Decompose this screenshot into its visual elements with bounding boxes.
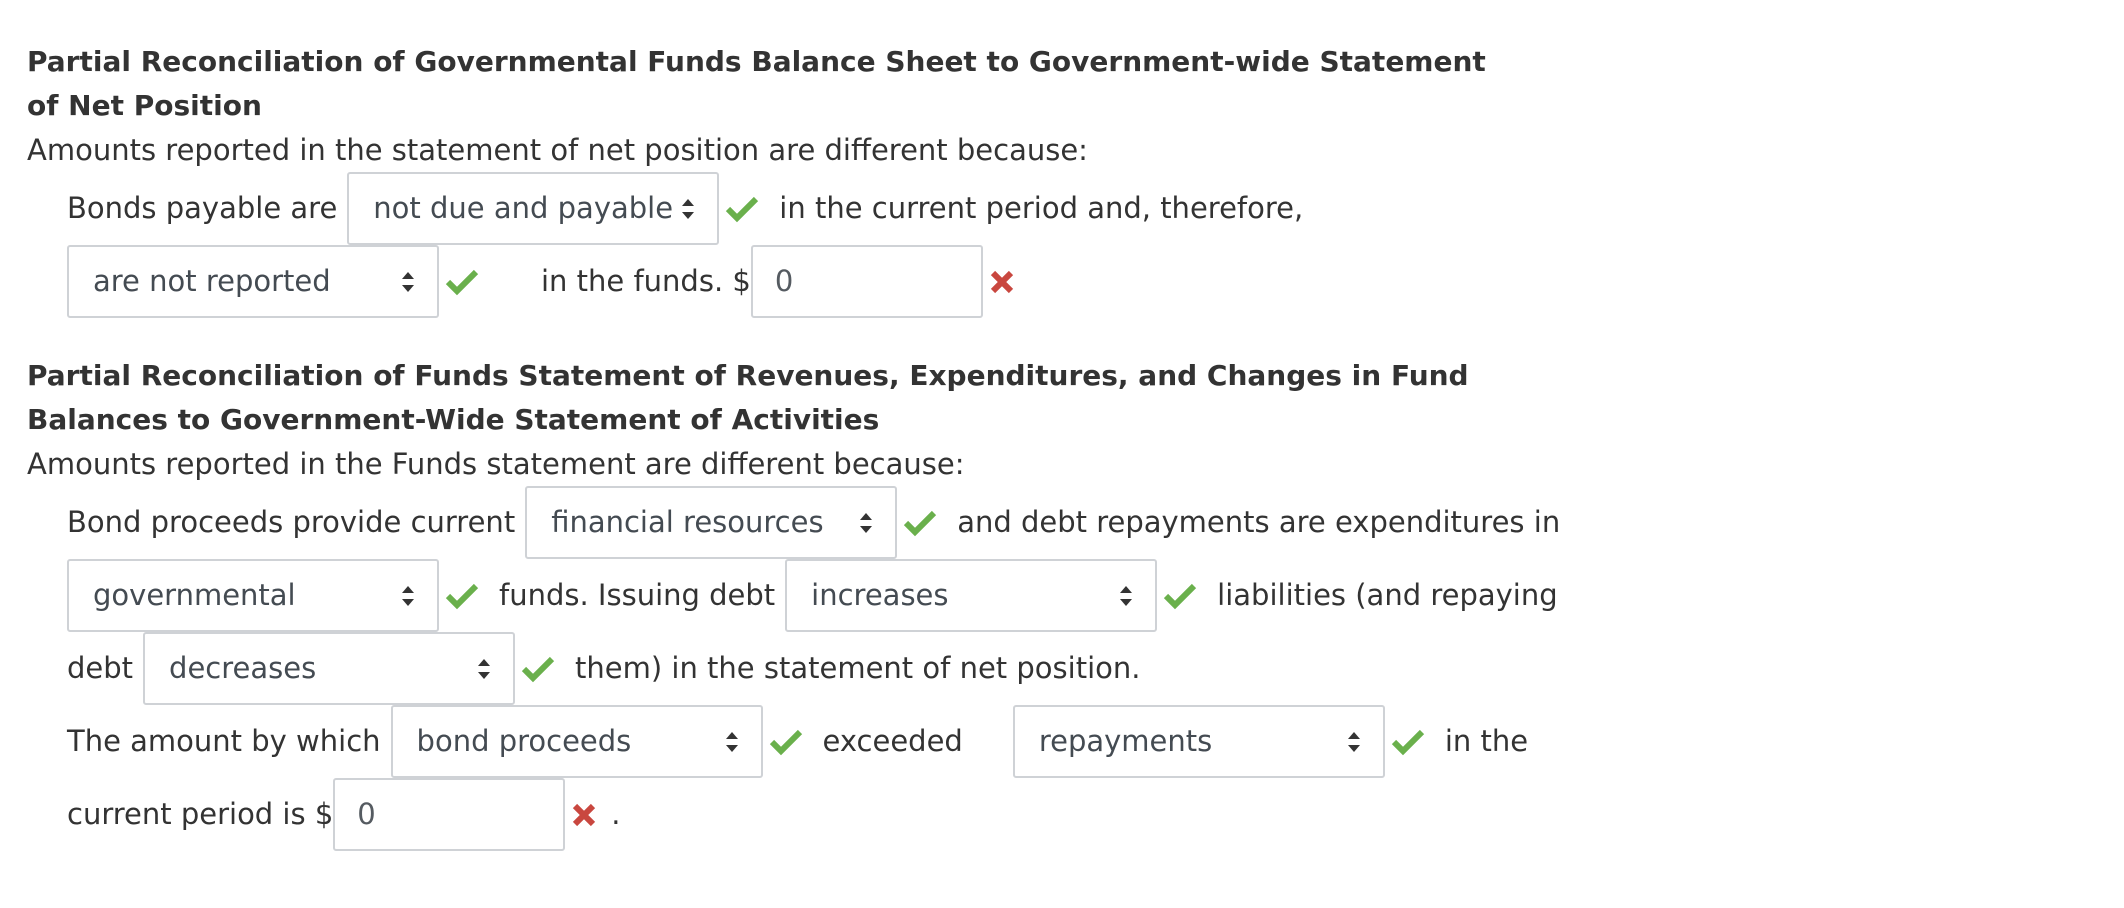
select-value: governmental [93, 578, 296, 612]
sort-arrows-icon [859, 511, 873, 535]
static-text: funds. Issuing debt [499, 578, 776, 612]
sort-arrows-icon [477, 657, 491, 681]
select-value: are not reported [93, 264, 331, 298]
question-row: debt decreases them) in the statement of… [67, 632, 1587, 705]
heading-line: Partial Reconciliation of Governmental F… [27, 45, 1486, 78]
check-icon [521, 654, 555, 684]
static-text: Bond proceeds provide current [67, 505, 516, 539]
section-heading: Partial Reconciliation of Governmental F… [27, 40, 1587, 128]
first-amount-select[interactable]: bond proceeds [390, 705, 763, 778]
repaying-debt-select[interactable]: decreases [143, 632, 516, 705]
due-status-select[interactable]: not due and payable [347, 172, 720, 245]
amount-input[interactable]: 0 [750, 245, 983, 318]
cross-icon [989, 269, 1015, 295]
static-text: in the current period and, therefore, [779, 191, 1304, 225]
second-amount-select[interactable]: repayments [1012, 705, 1385, 778]
check-icon [769, 727, 803, 757]
static-text: in the [1444, 724, 1529, 758]
amount-input[interactable]: 0 [333, 778, 566, 851]
heading-line: Partial Reconciliation of Funds Statemen… [27, 359, 1469, 392]
heading-line: Balances to Government-Wide Statement of… [27, 403, 880, 436]
question-row: The amount by which bond proceeds exceed… [67, 705, 1587, 778]
select-value: repayments [1038, 724, 1213, 758]
intro-text: Amounts reported in the Funds statement … [27, 447, 965, 481]
static-text: Bonds payable are [67, 191, 338, 225]
question-row: current period is $ 0 . [67, 778, 1587, 851]
static-text: current period is $ [67, 797, 334, 831]
static-text: and debt repayments are expenditures in [957, 505, 1561, 539]
select-value: increases [811, 578, 949, 612]
select-value: bond proceeds [416, 724, 632, 758]
static-text: . [611, 797, 621, 831]
static-text: them) in the statement of net position. [575, 651, 1141, 685]
sort-arrows-icon [1347, 730, 1361, 754]
fund-type-select[interactable]: governmental [67, 559, 439, 632]
intro-text: Amounts reported in the statement of net… [27, 133, 1088, 167]
question-row: are not reported in the funds. $ 0 [67, 245, 1587, 318]
input-value: 0 [357, 797, 376, 831]
static-text: exceeded [822, 724, 963, 758]
sort-arrows-icon [401, 270, 415, 294]
check-icon [445, 267, 479, 297]
check-icon [725, 194, 759, 224]
resources-select[interactable]: financial resources [525, 486, 898, 559]
check-icon [903, 508, 937, 538]
question-paragraph: Bonds payable are not due and payable in… [27, 172, 1587, 318]
sort-arrows-icon [725, 730, 739, 754]
sort-arrows-icon [401, 584, 415, 608]
static-text: liabilities (and repaying [1217, 578, 1558, 612]
section-heading: Partial Reconciliation of Funds Statemen… [27, 354, 1587, 442]
static-text: The amount by which [67, 724, 381, 758]
question-row: Bond proceeds provide current financial … [67, 486, 1587, 559]
question-row: governmental funds. Issuing debt increas… [67, 559, 1587, 632]
reported-select[interactable]: are not reported [67, 245, 439, 318]
check-icon [1163, 581, 1197, 611]
question-row: Bonds payable are not due and payable in… [67, 172, 1587, 245]
section-net-position: Partial Reconciliation of Governmental F… [27, 40, 1587, 318]
select-value: decreases [169, 651, 317, 685]
cross-icon [571, 802, 597, 828]
sort-arrows-icon [681, 197, 695, 221]
heading-line: of Net Position [27, 89, 262, 122]
reconciliation-page: Partial Reconciliation of Governmental F… [27, 40, 1587, 851]
question-paragraph: Bond proceeds provide current financial … [27, 486, 1587, 851]
static-text: in the funds. $ [541, 264, 751, 298]
select-value: not due and payable [373, 191, 674, 225]
check-icon [1391, 727, 1425, 757]
check-icon [445, 581, 479, 611]
sort-arrows-icon [1119, 584, 1133, 608]
issuing-debt-select[interactable]: increases [785, 559, 1158, 632]
input-value: 0 [774, 264, 794, 298]
select-value: financial resources [551, 505, 824, 539]
static-text: debt [67, 651, 134, 685]
section-activities: Partial Reconciliation of Funds Statemen… [27, 354, 1587, 851]
